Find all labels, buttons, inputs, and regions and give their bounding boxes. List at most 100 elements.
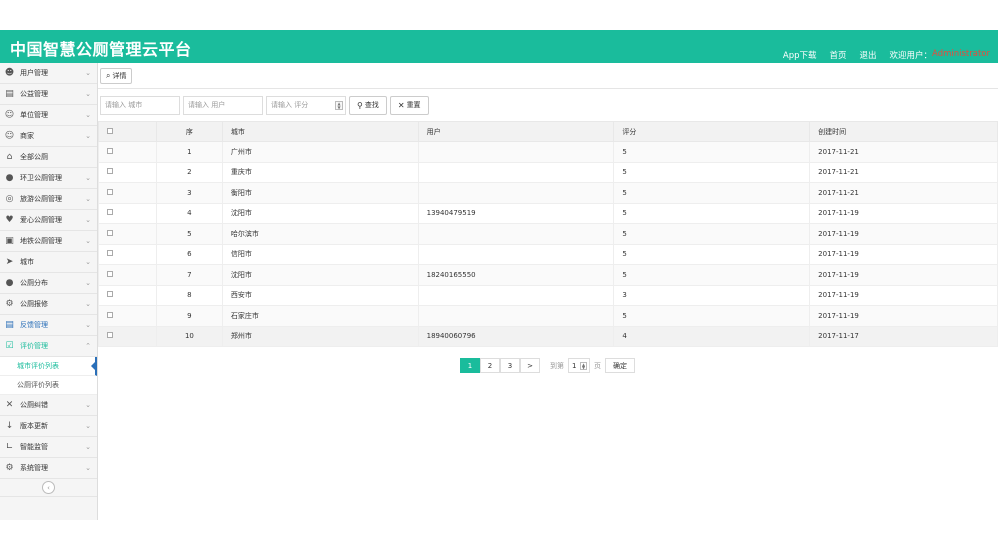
- submenu-toilet-evaluation[interactable]: 公厕评价列表: [0, 376, 97, 395]
- sidebar-item-monitoring[interactable]: ∟ 智能监管 ⌄: [0, 437, 97, 458]
- arrow-down-icon: ↓: [5, 421, 14, 431]
- page-1-button[interactable]: 1: [460, 358, 480, 373]
- table-header-row: 序 城市 用户 评分 创建时间: [98, 121, 998, 142]
- next-page-button[interactable]: >: [520, 358, 540, 373]
- row-checkbox[interactable]: [107, 229, 113, 236]
- cell-city: 衡阳市: [221, 182, 419, 204]
- col-city[interactable]: 城市: [221, 121, 419, 142]
- row-checkbox[interactable]: [107, 250, 113, 257]
- sidebar-item-version[interactable]: ↓ 版本更新 ⌄: [0, 416, 97, 437]
- sidebar-item-city[interactable]: ➤ 城市 ⌄: [0, 252, 97, 273]
- cell-user: [417, 243, 615, 265]
- cell-city: 西安市: [221, 284, 419, 306]
- table-row[interactable]: 6 信阳市 5 2017-11-19: [98, 243, 998, 265]
- sidebar-item-label: 公益管理: [20, 90, 48, 98]
- col-user[interactable]: 用户: [417, 121, 615, 142]
- app-download-link[interactable]: App下载: [783, 49, 817, 61]
- col-created[interactable]: 创建时间: [809, 121, 998, 142]
- table-row[interactable]: 3 衡阳市 5 2017-11-21: [98, 182, 998, 204]
- chevron-down-icon: ⌄: [85, 69, 91, 77]
- sidebar-item-merchant[interactable]: ☺ 商家 ⌄: [0, 126, 97, 147]
- table-row[interactable]: 5 哈尔滨市 5 2017-11-19: [98, 223, 998, 245]
- table-row[interactable]: 9 石家庄市 5 2017-11-19: [98, 305, 998, 327]
- goto-page-value: 1: [572, 361, 577, 370]
- cell-created: 2017-11-21: [809, 182, 998, 204]
- sidebar-item-sanitation[interactable]: ● 环卫公厕管理 ⌄: [0, 168, 97, 189]
- send-icon: ➤: [5, 257, 14, 267]
- table-row[interactable]: 8 西安市 3 2017-11-19: [98, 284, 998, 306]
- page-2-button[interactable]: 2: [480, 358, 500, 373]
- goto-confirm-button[interactable]: 确定: [605, 358, 635, 373]
- sidebar-item-all-toilets[interactable]: ⌂ 全部公厕: [0, 147, 97, 168]
- table-row[interactable]: 2 重庆市 5 2017-11-21: [98, 161, 998, 183]
- sidebar-item-repair[interactable]: ⚙ 公厕报修 ⌄: [0, 294, 97, 315]
- sidebar-item-unit[interactable]: ☺ 单位管理 ⌄: [0, 105, 97, 126]
- chevron-down-icon: ⌄: [85, 258, 91, 266]
- cell-user: [417, 305, 615, 327]
- row-checkbox[interactable]: [107, 188, 113, 195]
- reset-button[interactable]: ✕ 重置: [389, 95, 429, 115]
- table-row[interactable]: 7 沈阳市 18240165550 5 2017-11-19: [98, 264, 998, 286]
- heart-icon: ♥: [5, 215, 14, 225]
- row-checkbox[interactable]: [107, 291, 113, 298]
- table-row[interactable]: 10 郑州市 18940060796 4 2017-11-17: [98, 325, 998, 347]
- collapse-sidebar-icon[interactable]: ‹: [42, 481, 55, 494]
- score-field: ▲▼: [266, 95, 346, 115]
- sidebar-item-feedback[interactable]: ▤ 反馈管理 ⌄: [0, 315, 97, 336]
- row-checkbox[interactable]: [107, 209, 113, 216]
- submenu-city-evaluation[interactable]: 城市评价列表: [0, 357, 97, 376]
- cell-user: [417, 182, 615, 204]
- cell-user: [417, 284, 615, 306]
- select-all-checkbox[interactable]: [107, 127, 113, 134]
- cell-created: 2017-11-19: [809, 243, 998, 265]
- sidebar-item-tourism[interactable]: ◎ 旅游公厕管理 ⌄: [0, 189, 97, 210]
- cell-created: 2017-11-19: [809, 202, 998, 224]
- toolbar: ⌕ 详情: [98, 63, 998, 89]
- sidebar-item-charity[interactable]: ▤ 公益管理 ⌄: [0, 84, 97, 105]
- main-content: ⌕ 详情 ▲▼ ⚲ 查找 ✕ 重置 序 城市 用户 评分: [98, 63, 998, 520]
- goto-page-input[interactable]: 1 ▲ ▼: [568, 358, 590, 373]
- sidebar-item-evaluation[interactable]: ☑ 评价管理 ⌃: [0, 336, 97, 357]
- row-checkbox[interactable]: [107, 147, 113, 154]
- row-checkbox[interactable]: [107, 311, 113, 318]
- sidebar-item-label: 爱心公厕管理: [20, 216, 62, 224]
- row-checkbox[interactable]: [107, 332, 113, 339]
- city-search-input[interactable]: [100, 95, 180, 115]
- row-checkbox-cell: [98, 305, 157, 327]
- logout-link[interactable]: 退出: [860, 49, 877, 61]
- score-search-input[interactable]: [266, 95, 346, 115]
- table-row[interactable]: 1 广州市 5 2017-11-21: [98, 141, 998, 163]
- people-icon: ●: [5, 278, 14, 288]
- sidebar-item-distribution[interactable]: ● 公厕分布 ⌄: [0, 273, 97, 294]
- cell-city: 重庆市: [221, 161, 419, 183]
- cell-score: 5: [613, 141, 811, 163]
- score-stepper[interactable]: ▲ ▼: [335, 100, 343, 110]
- home-link[interactable]: 首页: [830, 49, 847, 61]
- row-checkbox[interactable]: [107, 168, 113, 175]
- user-icon: ☻: [4, 68, 15, 78]
- cell-seq: 9: [155, 305, 223, 327]
- col-score[interactable]: 评分: [613, 121, 811, 142]
- evaluation-table: 序 城市 用户 评分 创建时间 1 广州市 5 2017-11-21 2 重庆市: [98, 121, 998, 347]
- user-search-input[interactable]: [183, 95, 263, 115]
- search-button-label: 查找: [364, 101, 379, 109]
- search-icon: ⚲: [357, 100, 363, 110]
- list-icon: ▤: [5, 320, 14, 330]
- username[interactable]: Administrator: [932, 49, 990, 61]
- page-3-button[interactable]: 3: [500, 358, 520, 373]
- detail-button[interactable]: ⌕ 详情: [100, 67, 133, 84]
- goto-page-stepper[interactable]: ▲ ▼: [580, 362, 587, 370]
- table-row[interactable]: 4 沈阳市 13940479519 5 2017-11-19: [98, 202, 998, 224]
- row-checkbox[interactable]: [107, 270, 113, 277]
- sidebar-item-metro[interactable]: ▣ 地铁公厕管理 ⌄: [0, 231, 97, 252]
- sidebar-item-charity-toilets[interactable]: ♥ 爱心公厕管理 ⌄: [0, 210, 97, 231]
- cell-seq: 3: [155, 182, 223, 204]
- welcome-text: 欢迎用户：: [889, 51, 933, 61]
- truck-icon: ▣: [5, 236, 14, 246]
- search-button[interactable]: ⚲ 查找: [349, 95, 387, 115]
- sidebar-item-user-management[interactable]: ☻ 用户管理 ⌄: [0, 63, 97, 84]
- sidebar-item-correction[interactable]: ✕ 公厕纠错 ⌄: [0, 395, 97, 416]
- sidebar-item-system[interactable]: ⚙ 系统管理 ⌄: [0, 458, 97, 479]
- cell-score: 4: [613, 325, 811, 347]
- chevron-down-icon: ⌄: [85, 464, 91, 472]
